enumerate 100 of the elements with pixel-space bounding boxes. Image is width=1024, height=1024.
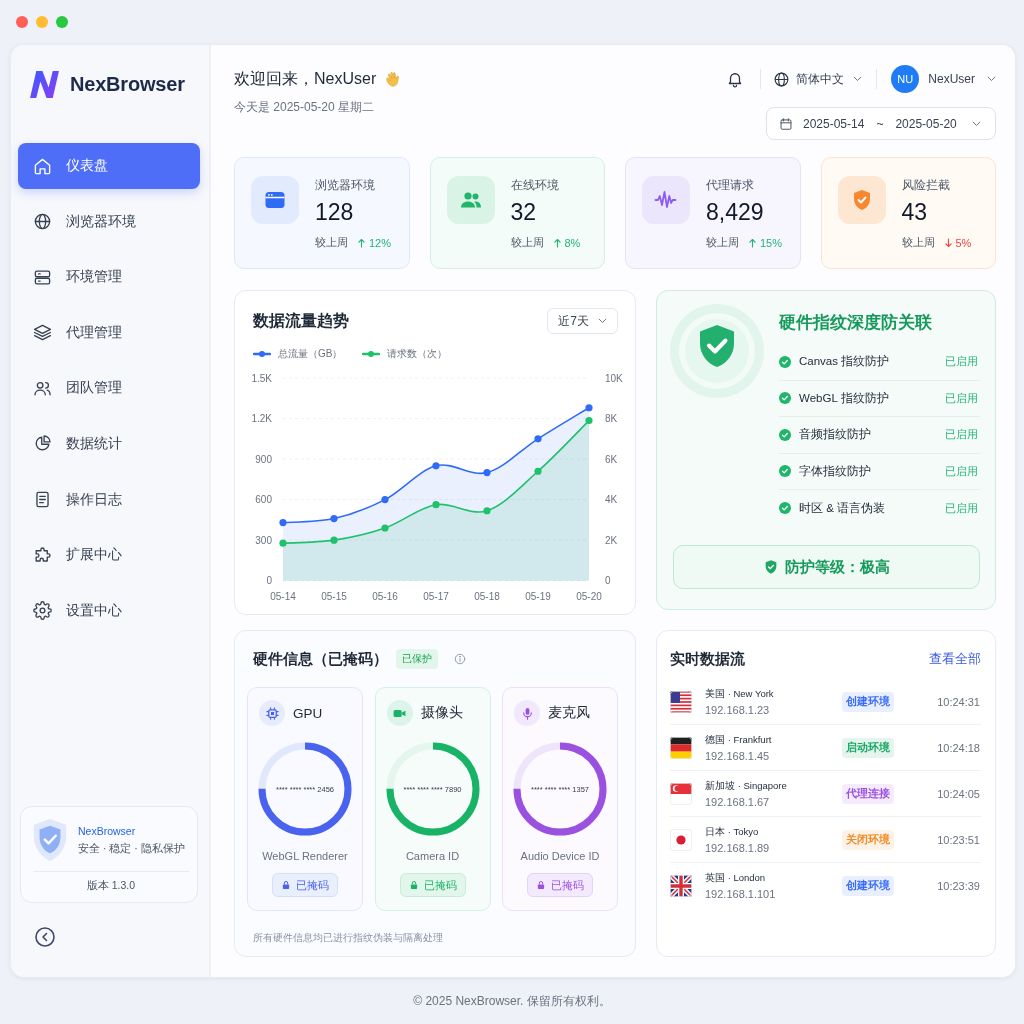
legend-label: 总流量（GB） [278,347,343,361]
uk-flag-icon [670,875,692,897]
stat-label: 代理请求 [706,177,755,193]
maximize-button[interactable] [56,16,68,28]
status-text: 已启用 [945,427,978,443]
chevron-down-icon [972,120,981,127]
circle-chevron-left-icon[interactable] [35,927,55,947]
data-point [534,467,542,475]
change-value: 8% [564,236,581,249]
timestamp: 10:24:31 [936,695,980,708]
ip-address: 192.168.1.101 [705,888,777,900]
axis-label: 05-14 [270,591,296,602]
axis-label: 0 [605,575,611,587]
comparison-label: 较上周 [510,235,544,250]
tagline: 安全 · 稳定 · 隐私保护 [78,841,185,856]
data-point [279,539,287,547]
sidebar-item[interactable]: 环境管理 [18,254,200,301]
lock-icon [536,880,546,890]
device-name: GPU [293,705,323,721]
protection-level-text: 防护等级：极高 [785,557,890,577]
event-tag: 创建环境 [842,691,894,712]
feature-label: 字体指纹防护 [799,463,871,479]
date-range-picker[interactable]: 2025-05-14 ~ 2025-05-20 [766,107,996,140]
change-value: 15% [760,236,783,249]
data-point [381,496,389,504]
sidebar-item[interactable]: 团队管理 [18,365,200,412]
version-label: 版本 1.3.0 [85,879,137,893]
comparison-label: 较上周 [706,235,739,250]
device-label: Audio Device ID [520,849,600,863]
axis-label: 05-15 [321,591,347,602]
change-value: 12% [369,236,392,249]
axis-label: 300 [255,534,272,546]
stat-value: 43 [901,199,929,225]
sidebar-item[interactable]: 设置中心 [18,587,200,634]
axis-label: 2K [605,534,618,546]
copyright-text: © 2025 NexBrowser. 保留所有权利。 [413,992,611,1010]
close-button[interactable] [16,16,28,28]
sidebar-item[interactable]: 操作日志 [18,476,200,523]
sidebar-item[interactable]: 浏览器环境 [18,198,200,245]
location-label: 新加坡 · Singapore [705,779,788,793]
legend-line-icon [362,350,381,358]
status-text: 已启用 [945,354,978,370]
lock-icon [281,880,291,890]
sidebar-item[interactable]: 扩展中心 [18,532,200,579]
axis-label: 05-20 [576,591,602,602]
chevron-down-icon [987,76,996,82]
singapore-flag-icon [670,782,692,805]
stat-label: 在线环境 [510,177,560,193]
comparison-label: 较上周 [315,235,348,250]
axis-label: 4K [605,494,618,506]
stat-label: 风险拦截 [901,177,951,193]
legend-label: 请求数（次） [387,347,448,361]
card-title: 实时数据流 [670,649,745,669]
stat-value: 32 [510,199,538,225]
document-icon [33,490,52,510]
chevron-down-icon [853,76,863,82]
stat-value: 8,429 [706,199,765,225]
axis-label: 10K [605,372,623,384]
event-tag: 创建环境 [842,876,894,896]
feature-label: 时区 & 语言伪装 [799,500,886,516]
status-text: 已启用 [945,390,978,406]
video-camera-icon [386,700,413,726]
minimize-button[interactable] [36,16,48,28]
sidebar-item[interactable]: 代理管理 [18,309,200,356]
sidebar-item[interactable]: 数据统计 [18,420,200,467]
server-icon [33,267,52,287]
shield-check-icon [763,559,779,575]
event-tag: 关闭环境 [842,829,894,850]
masked-button[interactable]: 已掩码 [527,873,593,897]
range-dropdown[interactable]: 近7天 [547,308,618,334]
data-point [483,469,491,477]
shield-check-icon [31,818,69,862]
globe-icon [773,70,791,88]
ip-address: 192.168.1.89 [705,841,771,854]
brand-name: NexBrowser [78,824,137,837]
layers-icon [33,323,52,343]
axis-label: 1.5K [251,372,272,384]
data-point [432,462,440,470]
home-icon [33,156,52,176]
masked-button[interactable]: 已掩码 [272,873,338,897]
ip-address: 192.168.1.67 [705,795,771,808]
device-label: Camera ID [405,849,460,863]
puzzle-icon [33,545,52,565]
app-name: NexBrowser [70,72,185,96]
info-icon[interactable] [454,653,466,665]
gear-icon [33,601,52,621]
data-point [330,514,338,523]
chevron-down-icon [598,318,607,324]
view-all-link[interactable]: 查看全部 [929,650,981,668]
shield-check-icon [669,303,765,399]
sidebar-item[interactable]: 仪表盘 [18,143,200,189]
microphone-icon [514,700,540,726]
language-selector[interactable]: 简体中文 [773,65,863,93]
axis-label: 05-18 [474,591,500,602]
user-menu[interactable]: NU NexUser [891,65,996,93]
card-title: 硬件指纹深度防关联 [779,312,933,334]
data-point [330,536,338,544]
axis-label: 8K [605,413,618,425]
usa-flag-icon [670,690,692,713]
data-point [585,416,593,425]
